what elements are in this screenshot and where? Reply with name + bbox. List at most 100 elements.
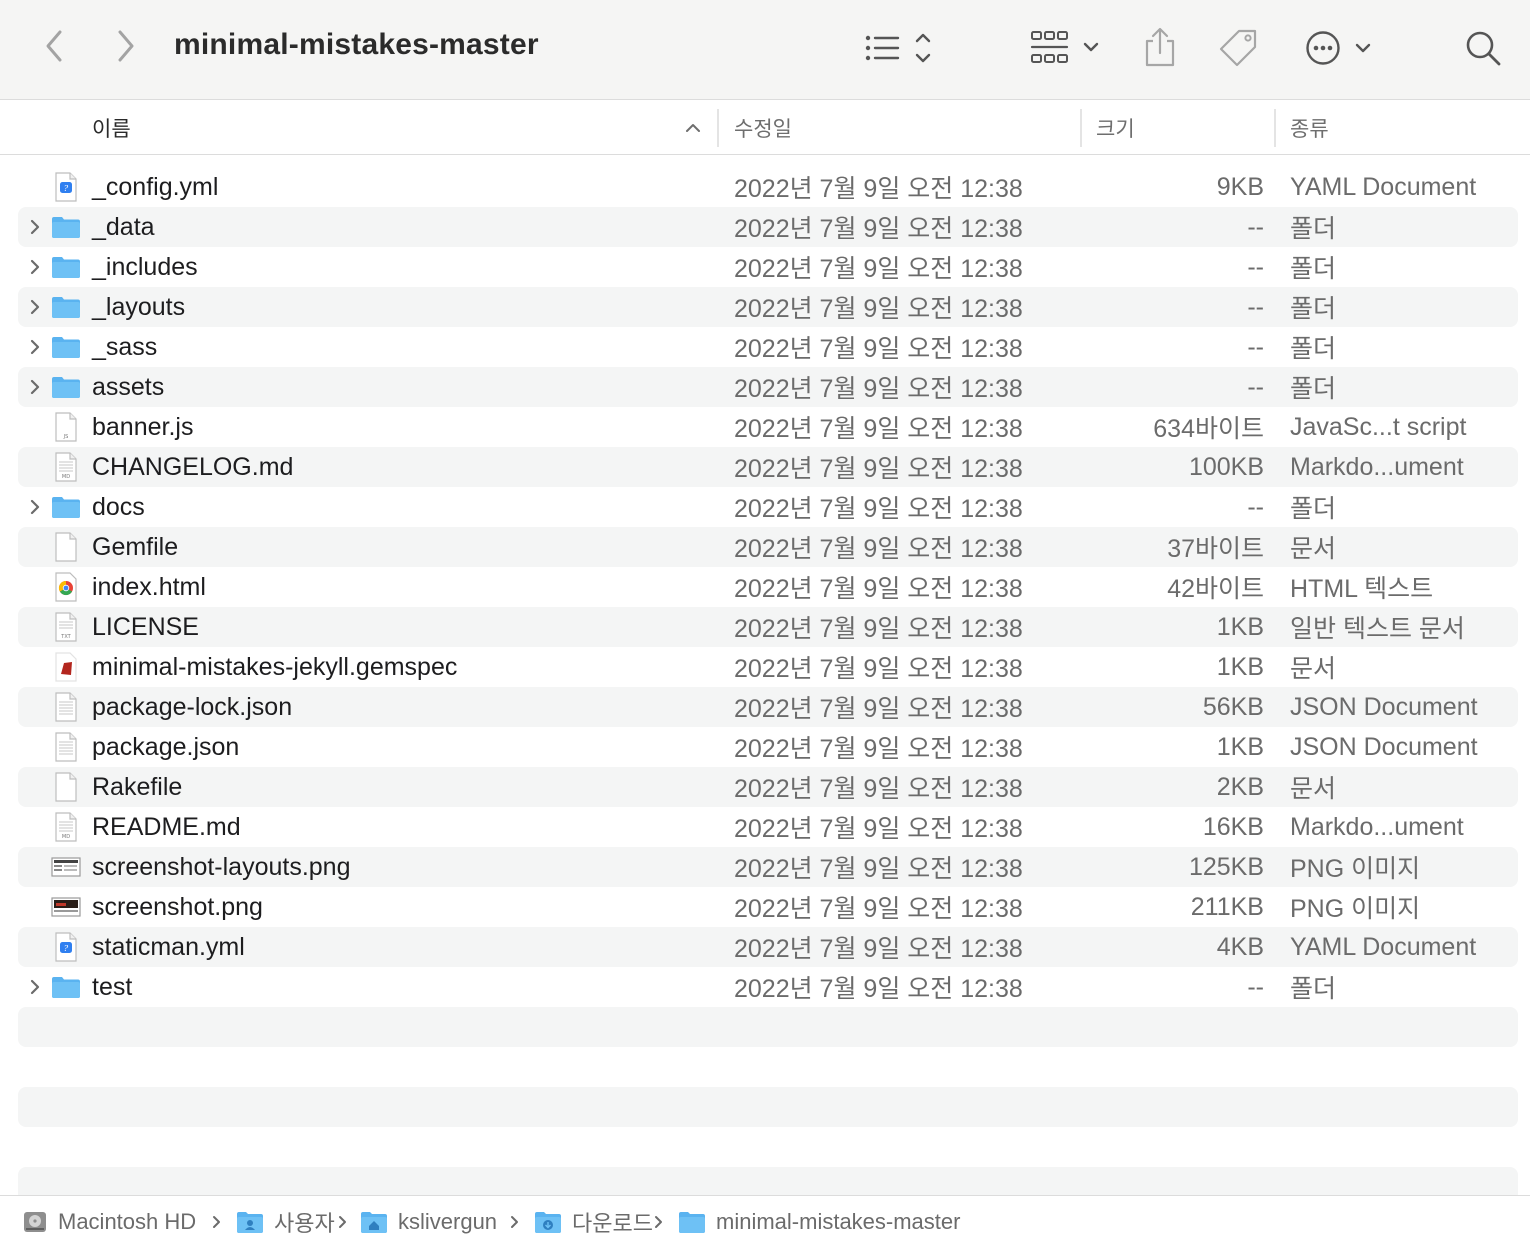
disclosure-triangle-icon[interactable] — [29, 338, 41, 356]
file-row[interactable]: _includes 2022년 7월 9일 오전 12:38 -- 폴더 — [18, 247, 1518, 287]
more-actions-button[interactable] — [1302, 26, 1378, 70]
path-bar: Macintosh HD 사용자 kslivergun 다운로드 minimal-mis… — [0, 1195, 1530, 1246]
disclosure-placeholder — [24, 927, 46, 967]
path-crumb[interactable]: Macintosh HD — [22, 1196, 196, 1246]
file-row[interactable]: screenshot.png 2022년 7월 9일 오전 12:38 211KB P… — [18, 887, 1518, 927]
file-row[interactable]: MD README.md 2022년 7월 9일 오전 12:38 16KB Markd… — [18, 807, 1518, 847]
disclosure-triangle-icon[interactable] — [29, 978, 41, 996]
path-crumb[interactable]: 사용자 — [236, 1196, 335, 1246]
path-crumb-label: minimal-mistakes-master — [716, 1208, 961, 1234]
file-row[interactable]: minimal-mistakes-jekyll.gemspec 2022년 7월 … — [18, 647, 1518, 687]
file-modified-date: 2022년 7월 9일 오전 12:38 — [734, 255, 1023, 283]
file-row[interactable]: Rakefile 2022년 7월 9일 오전 12:38 2KB 문서 — [18, 767, 1518, 807]
disclosure-placeholder — [24, 687, 46, 727]
column-divider[interactable] — [717, 109, 719, 147]
file-row[interactable]: screenshot-layouts.png 2022년 7월 9일 오전 12:… — [18, 847, 1518, 887]
folder-icon — [50, 207, 82, 247]
file-size: 37바이트 — [1167, 535, 1264, 563]
file-name: _config.yml — [92, 172, 219, 201]
column-size[interactable]: 크기 — [1096, 101, 1135, 155]
column-date[interactable]: 수정일 — [734, 101, 792, 155]
disclosure-triangle-icon[interactable] — [29, 258, 41, 276]
file-row[interactable]: _data 2022년 7월 9일 오전 12:38 -- 폴더 — [18, 207, 1518, 247]
disclosure-triangle-icon[interactable] — [29, 378, 41, 396]
file-row[interactable]: package.json 2022년 7월 9일 오전 12:38 1KB JSON … — [18, 727, 1518, 767]
view-mode-button[interactable] — [860, 26, 940, 70]
column-divider[interactable] — [1274, 109, 1276, 147]
group-button[interactable] — [1028, 26, 1108, 70]
file-kind: 폴더 — [1290, 495, 1337, 523]
column-kind[interactable]: 종류 — [1290, 101, 1329, 155]
file-kind: Markdo...ument — [1290, 812, 1464, 841]
file-row[interactable]: assets 2022년 7월 9일 오전 12:38 -- 폴더 — [18, 367, 1518, 407]
home-folder-icon — [360, 1210, 388, 1234]
file-name: assets — [92, 372, 165, 401]
sort-ascending-icon[interactable] — [684, 121, 702, 135]
disclosure-triangle-icon[interactable] — [29, 498, 41, 516]
file-row[interactable]: index.html 2022년 7월 9일 오전 12:38 42바이트 HTML … — [18, 567, 1518, 607]
expand-folder-toggle[interactable] — [24, 247, 46, 287]
svg-text:JS: JS — [63, 434, 69, 440]
file-name: README.md — [92, 812, 241, 841]
file-modified-date: 2022년 7월 9일 오전 12:38 — [734, 655, 1023, 683]
file-name: minimal-mistakes-jekyll.gemspec — [92, 652, 458, 681]
expand-folder-toggle[interactable] — [24, 327, 46, 367]
disclosure-placeholder — [24, 767, 46, 807]
file-row[interactable]: test 2022년 7월 9일 오전 12:38 -- 폴더 — [18, 967, 1518, 1007]
file-size: -- — [1247, 252, 1264, 281]
file-modified-date: 2022년 7월 9일 오전 12:38 — [734, 575, 1023, 603]
path-crumb-label: 다운로드 — [572, 1210, 653, 1236]
path-separator-icon — [338, 1196, 348, 1246]
file-row[interactable]: MD CHANGELOG.md 2022년 7월 9일 오전 12:38 100KB M… — [18, 447, 1518, 487]
expand-folder-toggle[interactable] — [24, 967, 46, 1007]
file-row[interactable]: ? staticman.yml 2022년 7월 9일 오전 12:38 4KB YAM… — [18, 927, 1518, 967]
file-row[interactable]: JS banner.js 2022년 7월 9일 오전 12:38 634바이트 Jav… — [18, 407, 1518, 447]
expand-folder-toggle[interactable] — [24, 287, 46, 327]
file-name: docs — [92, 492, 145, 521]
file-size: 42바이트 — [1167, 575, 1264, 603]
path-crumb[interactable]: 다운로드 — [534, 1196, 653, 1246]
tag-button[interactable] — [1216, 26, 1262, 70]
expand-folder-toggle[interactable] — [24, 207, 46, 247]
chevron-left-icon — [46, 30, 62, 62]
file-row[interactable]: package-lock.json 2022년 7월 9일 오전 12:38 56K… — [18, 687, 1518, 727]
forward-button[interactable] — [108, 26, 144, 66]
column-name[interactable]: 이름 — [92, 101, 131, 155]
file-row[interactable]: _sass 2022년 7월 9일 오전 12:38 -- 폴더 — [18, 327, 1518, 367]
file-row[interactable]: ? _config.yml 2022년 7월 9일 오전 12:38 9KB YAML … — [18, 167, 1518, 207]
path-crumb[interactable]: minimal-mistakes-master — [678, 1196, 960, 1246]
file-modified-date: 2022년 7월 9일 오전 12:38 — [734, 295, 1023, 323]
expand-folder-toggle[interactable] — [24, 487, 46, 527]
column-divider[interactable] — [1080, 109, 1082, 147]
svg-text:?: ? — [64, 944, 69, 953]
file-size: 211KB — [1190, 892, 1264, 921]
path-crumb[interactable]: kslivergun — [360, 1196, 497, 1246]
file-row[interactable]: TXT LICENSE 2022년 7월 9일 오전 12:38 1KB 일반 텍스트 … — [18, 607, 1518, 647]
search-button[interactable] — [1460, 26, 1506, 70]
file-kind: JSON Document — [1290, 692, 1478, 721]
expand-folder-toggle[interactable] — [24, 367, 46, 407]
document-file-icon — [50, 527, 82, 567]
disclosure-triangle-icon[interactable] — [29, 218, 41, 236]
file-size: -- — [1247, 212, 1264, 241]
file-size: 1KB — [1216, 652, 1264, 681]
file-kind: YAML Document — [1290, 172, 1477, 201]
back-button[interactable] — [36, 26, 72, 66]
document-file-icon — [50, 767, 82, 807]
markdown-file-icon: MD — [50, 807, 82, 847]
folder-icon — [50, 287, 82, 327]
column-header: 이름 수정일 크기 종류 — [0, 101, 1530, 155]
file-kind: Markdo...ument — [1290, 452, 1464, 481]
disclosure-triangle-icon[interactable] — [29, 298, 41, 316]
file-size: 1KB — [1216, 612, 1264, 641]
file-size: -- — [1247, 372, 1264, 401]
file-row[interactable]: Gemfile 2022년 7월 9일 오전 12:38 37바이트 문서 — [18, 527, 1518, 567]
share-button[interactable] — [1140, 24, 1180, 70]
folder-icon — [50, 247, 82, 287]
file-name: screenshot-layouts.png — [92, 852, 351, 881]
file-row[interactable]: docs 2022년 7월 9일 오전 12:38 -- 폴더 — [18, 487, 1518, 527]
path-crumb-label: kslivergun — [398, 1208, 498, 1234]
tag-icon — [1219, 29, 1257, 67]
text-file-icon: TXT — [50, 607, 82, 647]
file-row[interactable]: _layouts 2022년 7월 9일 오전 12:38 -- 폴더 — [18, 287, 1518, 327]
